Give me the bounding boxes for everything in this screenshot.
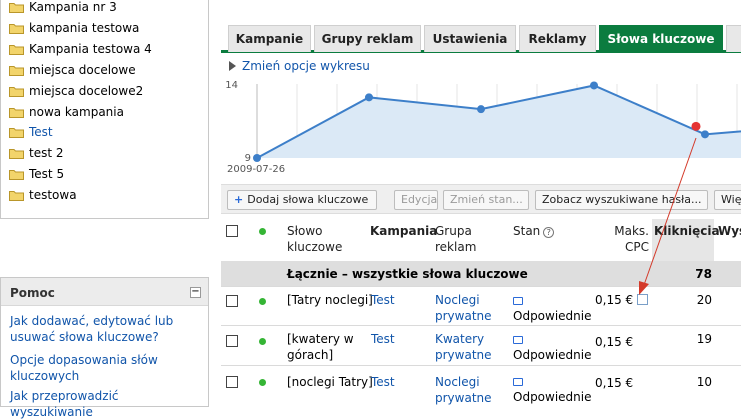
main-panel: Kampanie Grupy reklam Ustawienia Reklamy… bbox=[221, 0, 741, 405]
campaign-item[interactable]: test 2 bbox=[9, 145, 64, 161]
campaign-label: testowa bbox=[29, 188, 77, 202]
campaign-item[interactable]: testowa bbox=[9, 187, 77, 203]
campaign-item[interactable]: Kampania nr 3 bbox=[9, 0, 117, 15]
folder-icon bbox=[9, 169, 24, 180]
campaign-label: kampania testowa bbox=[29, 21, 140, 35]
campaign-label: test 2 bbox=[29, 146, 64, 160]
folder-icon bbox=[9, 86, 24, 97]
help-link-edit-keywords[interactable]: Jak dodawać, edytować lub usuwać słowa k… bbox=[10, 313, 200, 345]
campaign-label: Kampania nr 3 bbox=[29, 0, 117, 14]
folder-icon bbox=[9, 148, 24, 159]
arrow-head-icon bbox=[639, 281, 649, 295]
campaign-item[interactable]: miejsca docelowe bbox=[9, 62, 136, 78]
campaign-item[interactable]: kampania testowa bbox=[9, 20, 139, 36]
folder-icon bbox=[9, 23, 24, 34]
campaign-label: Test bbox=[29, 125, 53, 139]
folder-icon bbox=[9, 127, 24, 138]
campaign-label: Test 5 bbox=[29, 167, 65, 181]
folder-icon bbox=[9, 65, 24, 76]
folder-icon bbox=[9, 107, 24, 118]
folder-icon bbox=[9, 44, 24, 55]
campaign-label: miejsca docelowe2 bbox=[29, 84, 144, 98]
campaign-label: Kampania testowa 4 bbox=[29, 42, 152, 56]
help-panel: Pomoc − Jak dodawać, edytować lub usuwać… bbox=[0, 277, 209, 419]
campaign-item[interactable]: Kampania testowa 4 bbox=[9, 41, 152, 57]
folder-icon bbox=[9, 2, 24, 13]
campaign-item-selected[interactable]: Test bbox=[9, 124, 53, 140]
campaign-item[interactable]: nowa kampania bbox=[9, 104, 124, 120]
campaign-label: nowa kampania bbox=[29, 105, 124, 119]
help-link-match-types[interactable]: Opcje dopasowania słów kluczowych bbox=[10, 352, 200, 384]
folder-icon bbox=[9, 190, 24, 201]
campaign-item[interactable]: Test 5 bbox=[9, 166, 64, 182]
help-title: Pomoc bbox=[10, 286, 55, 300]
annotation-arrow bbox=[643, 137, 697, 286]
help-link-search[interactable]: Jak przeprowadzić wyszukiwanie bbox=[10, 388, 200, 420]
campaign-item[interactable]: miejsca docelowe2 bbox=[9, 83, 143, 99]
help-header: Pomoc − bbox=[1, 278, 208, 306]
campaign-label: miejsca docelowe bbox=[29, 63, 136, 77]
campaign-list: Kampania nr 3 kampania testowa Kampania … bbox=[0, 0, 209, 219]
left-sidebar: Kampania nr 3 kampania testowa Kampania … bbox=[0, 0, 210, 419]
annotation-overlay bbox=[639, 137, 697, 295]
collapse-icon[interactable]: − bbox=[190, 287, 201, 298]
